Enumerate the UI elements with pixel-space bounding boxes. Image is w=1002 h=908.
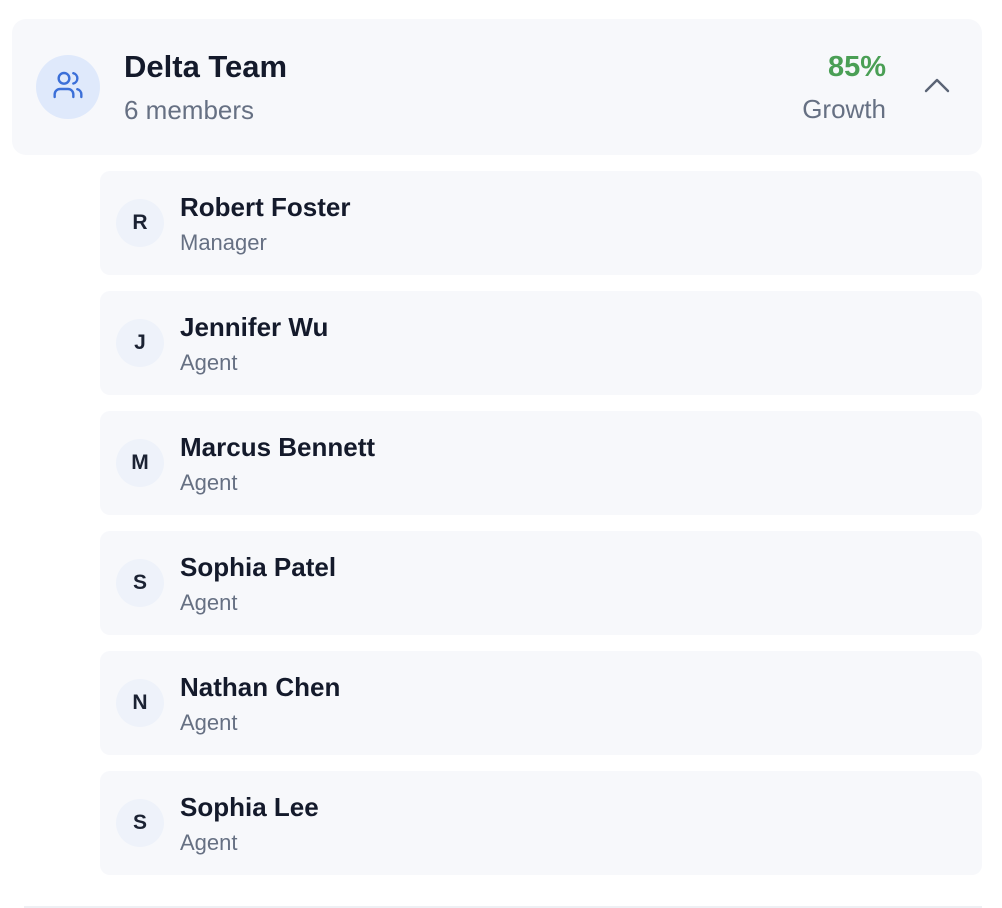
team-panel: Delta Team 6 members 85% Growth R Robert … [0, 0, 1002, 908]
member-name: Nathan Chen [180, 672, 341, 702]
member-list: R Robert Foster Manager J Jennifer Wu Agent M M… [100, 171, 982, 891]
member-avatar: M [116, 439, 164, 487]
member-avatar: N [116, 679, 164, 727]
member-name: Robert Foster [180, 192, 351, 222]
member-card[interactable]: R Robert Foster Manager [100, 171, 982, 275]
collapse-toggle-button[interactable] [920, 75, 954, 99]
member-role: Agent [180, 710, 238, 735]
growth-stat: 85% Growth [802, 49, 886, 127]
member-card[interactable]: J Jennifer Wu Agent [100, 291, 982, 395]
member-name: Marcus Bennett [180, 432, 376, 462]
chevron-up-icon [923, 76, 951, 99]
team-avatar [36, 55, 100, 119]
member-avatar: S [116, 799, 164, 847]
member-avatar: S [116, 559, 164, 607]
team-name: Delta Team [124, 49, 288, 84]
member-name: Sophia Lee [180, 792, 319, 822]
member-card[interactable]: N Nathan Chen Agent [100, 651, 982, 755]
member-card[interactable]: S Sophia Lee Agent [100, 771, 982, 875]
member-name: Sophia Patel [180, 552, 337, 582]
users-icon [52, 69, 84, 106]
member-card[interactable]: M Marcus Bennett Agent [100, 411, 982, 515]
team-member-count: 6 members [124, 95, 255, 125]
member-avatar: J [116, 319, 164, 367]
growth-label: Growth [802, 94, 886, 124]
member-avatar: R [116, 199, 164, 247]
member-role: Agent [180, 350, 238, 375]
member-role: Agent [180, 590, 238, 615]
member-role: Agent [180, 470, 238, 495]
member-role: Manager [180, 230, 267, 255]
team-header[interactable]: Delta Team 6 members 85% Growth [12, 19, 982, 155]
member-name: Jennifer Wu [180, 312, 329, 342]
member-card[interactable]: S Sophia Patel Agent [100, 531, 982, 635]
member-role: Agent [180, 830, 238, 855]
growth-value: 85% [827, 51, 886, 83]
